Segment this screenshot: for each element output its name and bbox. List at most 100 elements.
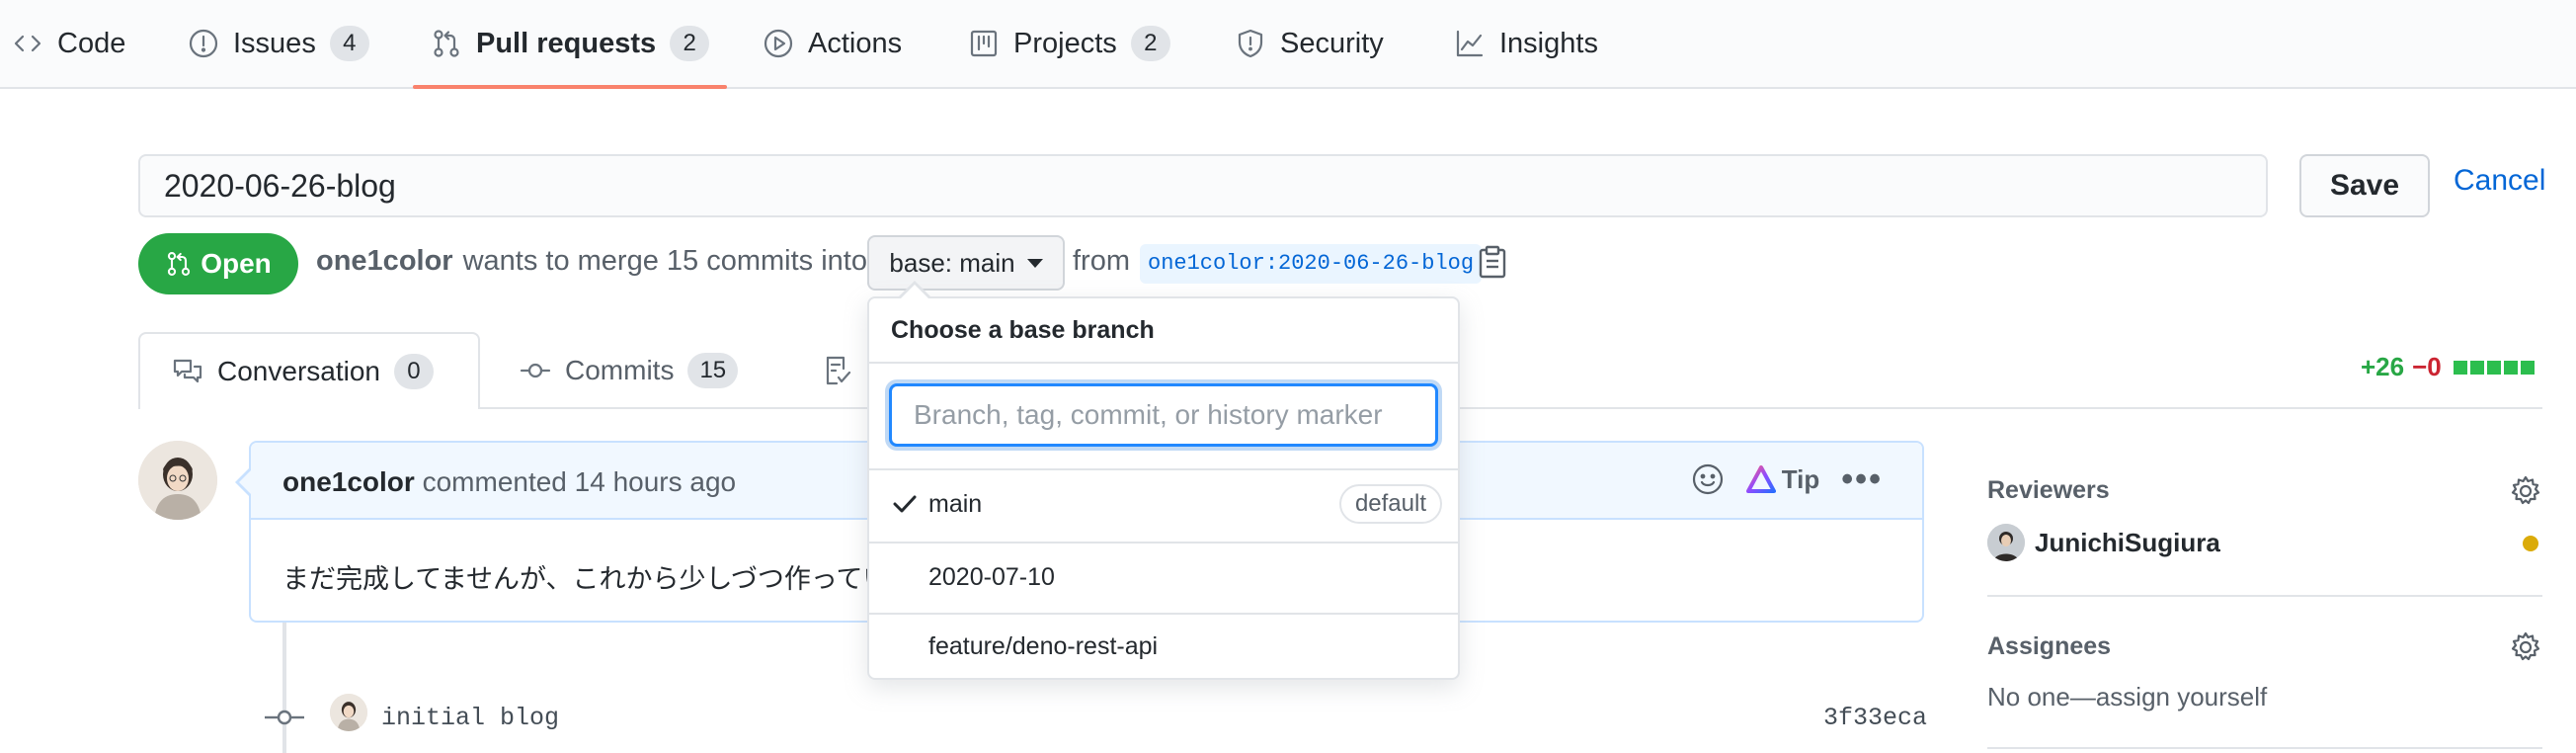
comment-body: まだ完成してませんが、これから少しづつ作ってい — [282, 564, 890, 594]
reviewer-avatar — [1987, 524, 2025, 561]
tab-security[interactable]: Security — [1235, 0, 1384, 87]
pull-request-icon — [168, 252, 191, 276]
check-icon — [893, 495, 917, 513]
state-badge-open: Open — [138, 233, 298, 294]
play-icon — [764, 29, 793, 58]
checklist-icon — [826, 356, 851, 385]
save-button[interactable]: Save — [2299, 154, 2430, 217]
kebab-menu-icon[interactable]: ••• — [1841, 462, 1883, 496]
graph-icon — [1456, 30, 1484, 57]
base-branch-dropdown: Choose a base branch main default 2020-0… — [867, 281, 1460, 682]
pull-request-icon — [434, 30, 459, 57]
commit-sha-link[interactable]: 3f33eca — [1823, 704, 1927, 732]
comment-author-link[interactable]: one1color — [282, 466, 415, 497]
review-pending-dot — [2523, 536, 2538, 551]
comment-meta: one1color commented 14 hours ago — [282, 466, 736, 498]
comment-discussion-icon — [173, 359, 202, 383]
dropdown-divider — [869, 362, 1458, 364]
tip-label: Tip — [1781, 463, 1820, 494]
tab-issues[interactable]: Issues 4 — [188, 0, 369, 87]
tab-code[interactable]: Code — [12, 0, 125, 87]
issues-count: 4 — [329, 26, 369, 61]
reviewer-item[interactable]: JunichiSugiura — [1987, 524, 2220, 561]
base-branch-select[interactable]: base: main — [867, 235, 1065, 291]
diffstat: +26 −0 — [2361, 352, 2535, 382]
avatar-portrait-icon — [1987, 524, 2025, 561]
gear-icon[interactable] — [2509, 474, 2542, 508]
author-avatar[interactable] — [138, 441, 217, 520]
tab-pull-requests-label: Pull requests — [476, 27, 657, 59]
branch-option-label: main — [928, 490, 983, 518]
branch-option-label: feature/deno-rest-api — [928, 632, 1159, 660]
tab-insights-label: Insights — [1499, 27, 1598, 59]
tab-conversation-label: Conversation — [217, 356, 380, 386]
gear-icon[interactable] — [2509, 630, 2542, 664]
base-branch-label: base: main — [889, 247, 1015, 278]
avatar-portrait-icon — [138, 441, 217, 520]
tab-projects-label: Projects — [1013, 27, 1117, 59]
commit-icon — [520, 363, 551, 378]
merge-summary: one1color wants to merge 15 commits into — [316, 245, 867, 278]
assign-yourself-link[interactable]: No one—assign yourself — [1987, 682, 2267, 712]
repo-nav: Code Issues 4 Pull requests 2 Actions Pr… — [0, 0, 2576, 89]
branch-option-feature-deno-rest-api[interactable]: feature/deno-rest-api — [869, 613, 1458, 682]
pr-author-link[interactable]: one1color — [316, 245, 453, 278]
reviewers-heading: Reviewers — [1987, 476, 2110, 504]
tab-actions[interactable]: Actions — [763, 0, 902, 87]
commit-author-avatar[interactable] — [330, 694, 367, 731]
pull-requests-count: 2 — [670, 26, 710, 61]
reviewer-name: JunichiSugiura — [2035, 527, 2220, 557]
diffstat-block — [2469, 360, 2484, 375]
tab-commits-label: Commits — [565, 355, 675, 385]
projects-count: 2 — [1130, 26, 1170, 61]
pr-title-input[interactable] — [138, 154, 2268, 217]
issue-icon — [189, 29, 218, 58]
diffstat-block — [2503, 360, 2518, 375]
timeline-line — [282, 623, 286, 753]
conversation-count: 0 — [393, 354, 434, 389]
tab-conversation[interactable]: Conversation 0 — [138, 332, 480, 409]
merge-text: wants to merge 15 commits into — [462, 245, 867, 277]
diffstat-block — [2486, 360, 2501, 375]
tab-code-label: Code — [57, 27, 126, 59]
smiley-icon[interactable] — [1691, 462, 1725, 496]
caret-down-icon — [1026, 258, 1043, 268]
tab-security-label: Security — [1280, 27, 1384, 59]
tip-triangle-icon — [1745, 465, 1776, 493]
clipboard-icon[interactable] — [1478, 245, 1507, 279]
tab-pull-requests[interactable]: Pull requests 2 — [412, 0, 728, 89]
assignees-heading: Assignees — [1987, 632, 2112, 660]
project-icon — [970, 30, 998, 57]
cancel-link[interactable]: Cancel — [2454, 164, 2545, 198]
commit-message-link[interactable]: initial blog — [381, 704, 559, 732]
branch-option-2020-07-10[interactable]: 2020-07-10 — [869, 544, 1458, 613]
code-icon — [14, 35, 41, 52]
sidebar-divider — [1987, 747, 2542, 749]
branch-filter-input[interactable] — [889, 383, 1438, 447]
tab-commits[interactable]: Commits 15 — [520, 332, 739, 409]
diffstat-block — [2520, 360, 2535, 375]
commit-icon — [265, 710, 304, 725]
sidebar-divider — [1987, 595, 2542, 597]
tab-insights[interactable]: Insights — [1454, 0, 1598, 87]
shield-icon — [1238, 29, 1263, 58]
comment-timestamp[interactable]: commented 14 hours ago — [423, 466, 737, 497]
diffstat-bar — [2453, 360, 2535, 375]
commits-count: 15 — [687, 353, 739, 388]
default-branch-badge: default — [1338, 484, 1442, 524]
tip-button[interactable]: Tip — [1745, 463, 1820, 495]
avatar-portrait-icon — [330, 694, 367, 731]
branch-option-label: 2020-07-10 — [928, 563, 1055, 591]
dropdown-title: Choose a base branch — [891, 316, 1155, 344]
tab-actions-label: Actions — [808, 27, 903, 59]
head-branch-ref[interactable]: one1color:2020-06-26-blog — [1140, 244, 1483, 284]
tab-projects[interactable]: Projects 2 — [968, 0, 1170, 87]
diffstat-block — [2453, 360, 2467, 375]
branch-option-main[interactable]: main default — [869, 470, 1458, 540]
diff-deletions: −0 — [2412, 352, 2442, 381]
from-text: from — [1073, 245, 1130, 277]
tab-checks[interactable] — [822, 332, 853, 409]
comment-actions: Tip ••• — [1691, 462, 1883, 496]
tab-issues-label: Issues — [233, 27, 316, 59]
diff-additions: +26 — [2361, 352, 2405, 381]
